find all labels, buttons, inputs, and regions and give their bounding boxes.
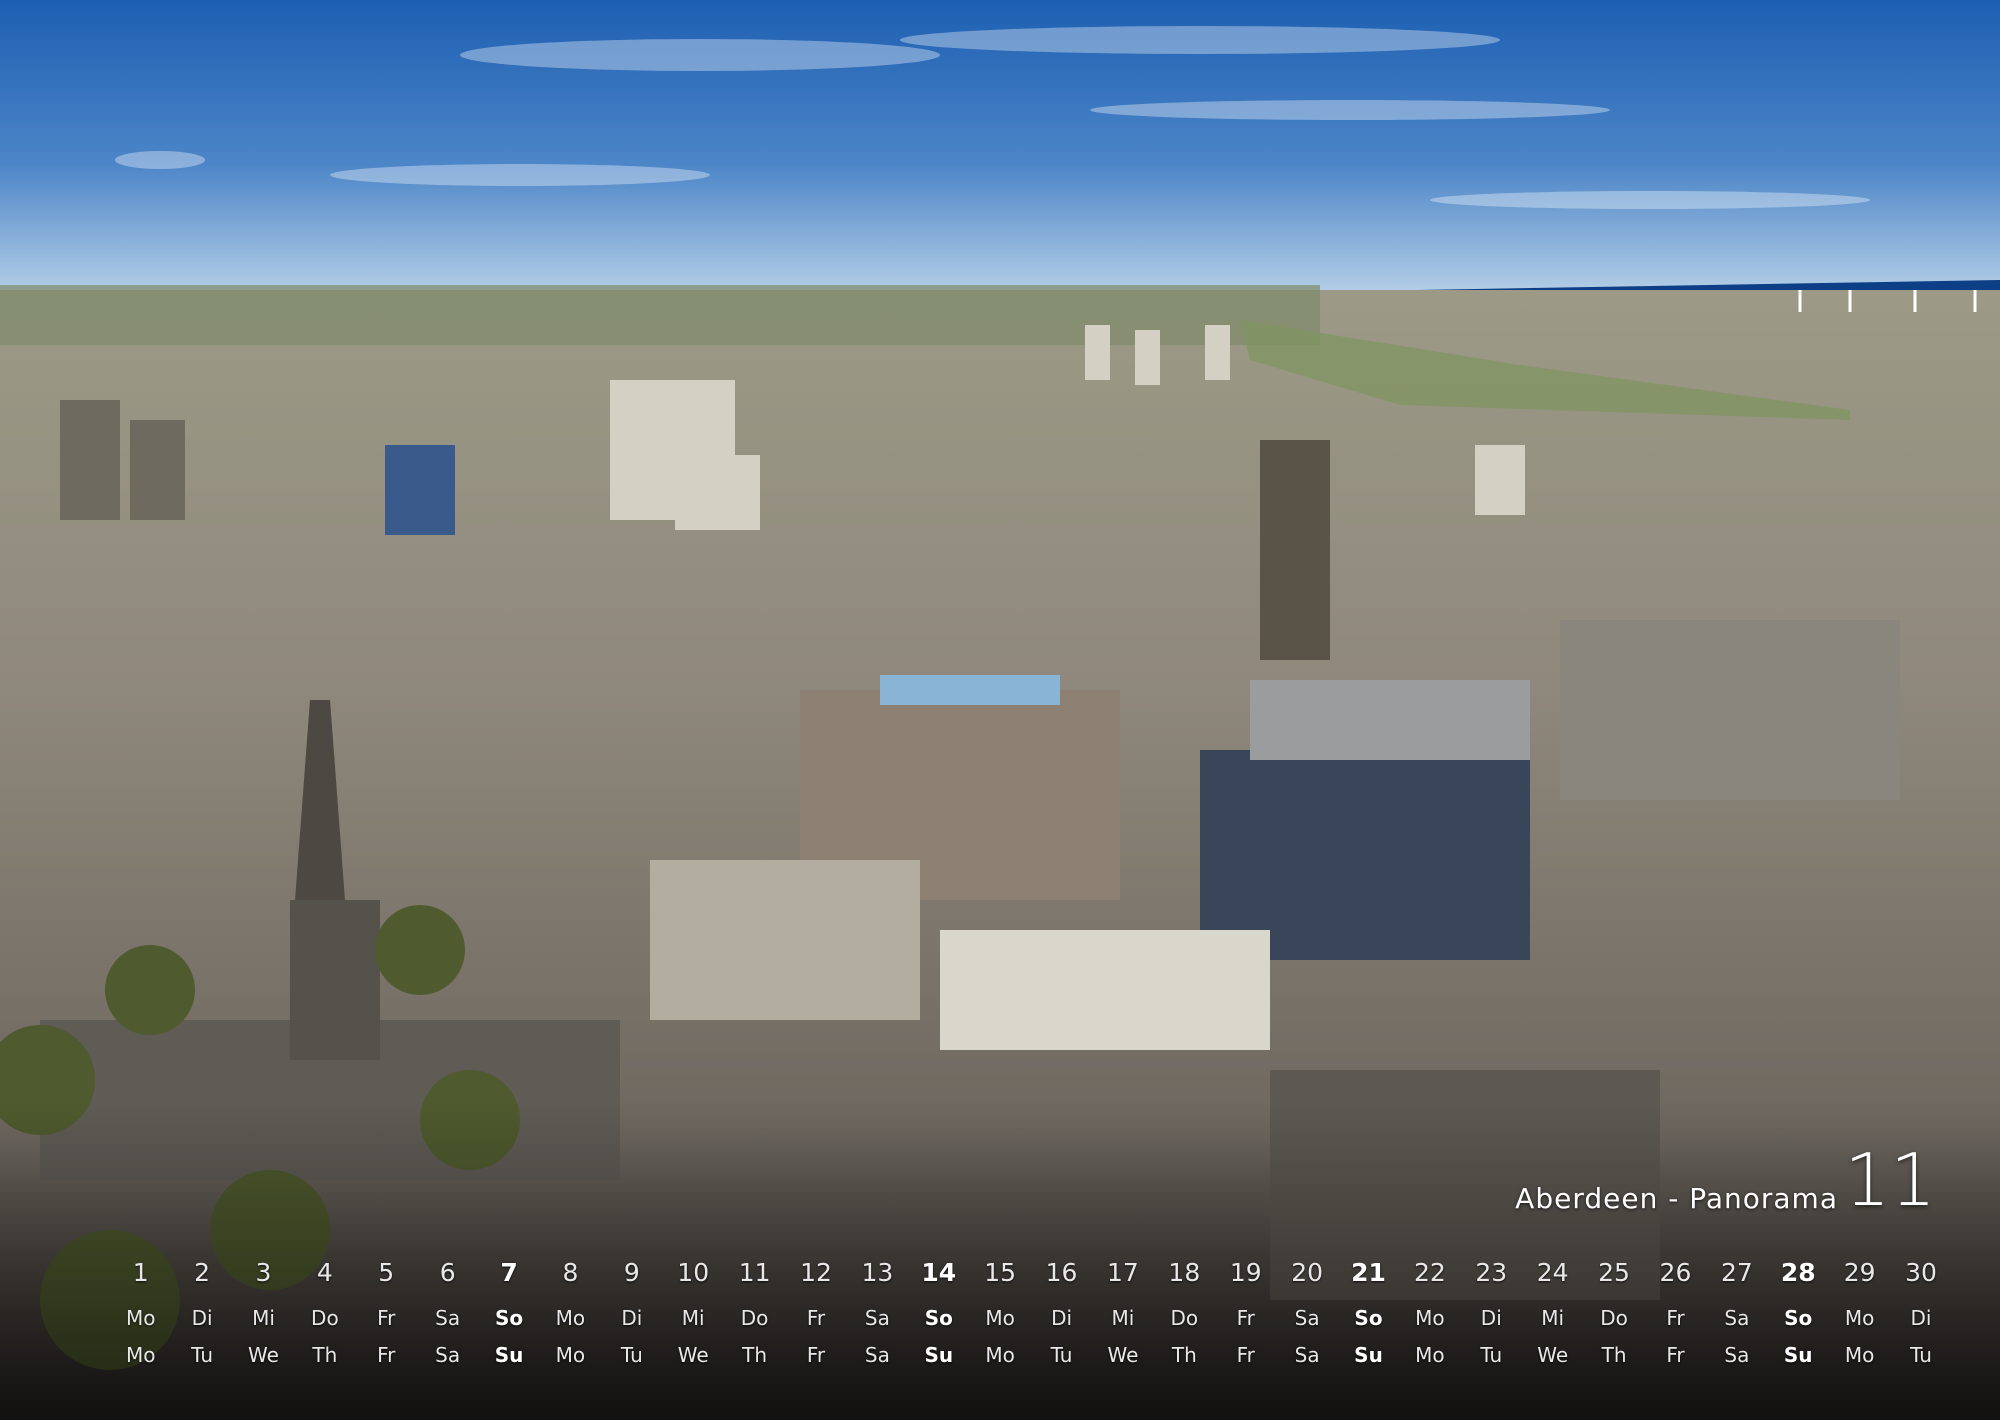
weekday-en: Tu [620, 1343, 643, 1367]
weekday-de: So [1354, 1306, 1383, 1330]
day-number: 26 [1659, 1258, 1692, 1287]
day-number: 11 [738, 1258, 771, 1287]
weekday-en: Fr [806, 1343, 826, 1367]
day-number: 2 [194, 1258, 211, 1287]
weekday-de: Mo [125, 1306, 156, 1330]
photo-caption: Aberdeen - Panorama [1515, 1182, 1838, 1215]
weekday-en: Fr [1236, 1343, 1255, 1367]
weekday-en: Th [742, 1343, 768, 1367]
day-number: 21 [1351, 1258, 1386, 1287]
weekday-en: We [1537, 1343, 1569, 1367]
weekday-de: Do [311, 1306, 339, 1330]
weekday-en: Sa [1294, 1343, 1320, 1367]
day-number: 14 [921, 1258, 957, 1287]
weekday-en: Tu [1050, 1343, 1073, 1367]
day-number: 25 [1598, 1258, 1630, 1287]
month-number: 11 [1844, 1138, 1936, 1222]
day-number: 28 [1780, 1258, 1816, 1287]
horizon-fields [0, 285, 1320, 345]
day-number: 6 [439, 1258, 456, 1287]
weekday-en: Sa [1724, 1343, 1750, 1367]
weekday-de: So [924, 1306, 953, 1330]
weekday-de: Mi [1111, 1306, 1135, 1330]
weekday-en: Su [494, 1343, 524, 1367]
day-number: 29 [1843, 1258, 1876, 1287]
weekday-de: Mo [1844, 1306, 1875, 1330]
weekday-en: Su [1354, 1343, 1383, 1367]
day-number: 23 [1475, 1258, 1508, 1287]
weekday-en: Th [312, 1343, 338, 1367]
calendar-page: Aberdeen - Panorama 11 1 2 3 4 5 6 7 8 9 10 11 12 13… [0, 0, 2000, 1420]
weekday-en: Mo [1844, 1343, 1875, 1367]
day-number: 30 [1905, 1258, 1937, 1287]
weekday-de: Do [740, 1306, 769, 1330]
weekday-en: Fr [1666, 1343, 1685, 1367]
weekday-de: Fr [806, 1306, 826, 1330]
weekday-de: Di [1480, 1306, 1502, 1330]
weekday-en: Mo [555, 1343, 586, 1367]
weekday-en: Th [1601, 1343, 1627, 1367]
weekday-de: Mi [252, 1306, 275, 1330]
day-number: 18 [1168, 1258, 1201, 1287]
weekday-de: Mi [1541, 1306, 1565, 1330]
weekday-de: Sa [1724, 1306, 1750, 1330]
day-number: 24 [1536, 1258, 1569, 1287]
weekday-en: Mo [125, 1343, 156, 1367]
weekday-de: Fr [377, 1306, 396, 1330]
day-number: 10 [677, 1258, 710, 1287]
day-number: 8 [562, 1258, 579, 1287]
weekday-de: Di [621, 1306, 643, 1330]
weekday-en: We [677, 1343, 709, 1367]
weekday-de: Sa [435, 1306, 461, 1330]
day-number: 17 [1107, 1258, 1139, 1287]
weekday-en: Tu [191, 1343, 214, 1367]
day-number: 4 [316, 1258, 333, 1287]
weekday-de: So [1784, 1306, 1813, 1330]
weekday-de: Di [191, 1306, 213, 1330]
weekday-de: Mi [681, 1306, 705, 1330]
day-number: 20 [1291, 1258, 1324, 1287]
weekday-en: Su [924, 1343, 954, 1367]
weekday-en: We [248, 1343, 279, 1367]
weekday-en: Su [1783, 1343, 1813, 1367]
weekday-de: So [494, 1306, 524, 1330]
day-number: 9 [623, 1258, 640, 1287]
weekday-de: Di [1051, 1306, 1073, 1330]
day-number: 5 [378, 1258, 395, 1287]
day-number: 16 [1045, 1258, 1078, 1287]
weekday-de: Fr [1666, 1306, 1685, 1330]
day-number: 3 [255, 1258, 272, 1287]
weekday-en: We [1107, 1343, 1139, 1367]
day-number: 22 [1413, 1258, 1446, 1287]
weekday-de: Fr [1236, 1306, 1255, 1330]
weekday-de-row: Mo Di Mi Do Fr Sa So Mo Di Mi Do Fr Sa So Mo Di Mi Do Fr Sa… [110, 1306, 1952, 1330]
day-number: 12 [800, 1258, 832, 1287]
calendar-strip: 1 2 3 4 5 6 7 8 9 10 11 12 13 14 15 16 17 18 19 20 21 22 23 24 2… [110, 1258, 1962, 1388]
weekday-en: Tu [1910, 1343, 1932, 1367]
day-number: 19 [1229, 1258, 1262, 1287]
weekday-de: Mo [985, 1306, 1015, 1330]
day-number: 15 [984, 1258, 1017, 1287]
weekday-de: Sa [864, 1306, 890, 1330]
weekday-en: Tu [1480, 1343, 1503, 1367]
weekday-de: Mo [555, 1306, 586, 1330]
weekday-en: Sa [435, 1343, 461, 1367]
day-number: 7 [500, 1258, 518, 1287]
weekday-de: Sa [1294, 1306, 1320, 1330]
weekday-en: Fr [377, 1343, 396, 1367]
weekday-en: Sa [864, 1343, 890, 1367]
weekday-en: Mo [985, 1343, 1015, 1367]
day-number: 27 [1720, 1258, 1753, 1287]
weekday-en: Mo [1415, 1343, 1445, 1367]
weekday-en: Th [1171, 1343, 1197, 1367]
weekday-de: Do [1600, 1306, 1628, 1330]
day-number-row: 1 2 3 4 5 6 7 8 9 10 11 12 13 14 15 16 17 18 19 20 21 22 23 24 2… [110, 1258, 1952, 1287]
weekday-de: Di [1910, 1306, 1932, 1330]
weekday-de: Mo [1415, 1306, 1445, 1330]
weekday-de: Do [1170, 1306, 1199, 1330]
day-number: 13 [861, 1258, 894, 1287]
day-number: 1 [132, 1258, 149, 1287]
weekday-en-row: Mo Tu We Th Fr Sa Su Mo Tu We Th Fr Sa Su Mo Tu We Th Fr Sa… [110, 1343, 1952, 1367]
